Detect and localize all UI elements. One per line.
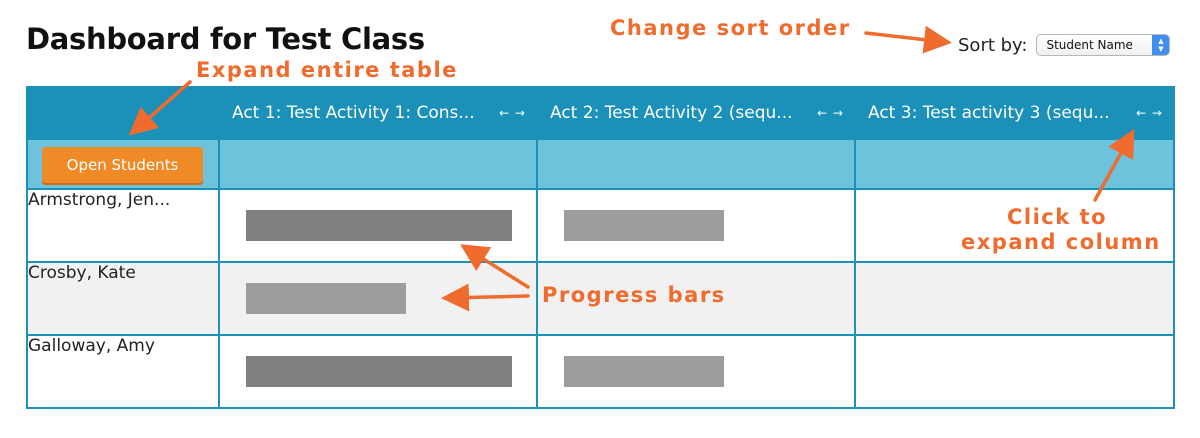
progress-bar[interactable]	[564, 210, 724, 241]
sort-select[interactable]: Student Name ▲ ▼	[1036, 34, 1171, 56]
progress-cell[interactable]	[218, 334, 538, 409]
progress-bar[interactable]	[246, 283, 406, 314]
expand-column-icon[interactable]: ← →	[1136, 106, 1163, 120]
expand-column-icon[interactable]: ← →	[499, 106, 526, 120]
column-header-act-3: Act 3: Test activity 3 (sequ... ← →	[854, 86, 1175, 140]
subheader-cell: Open Students	[26, 138, 220, 190]
progress-cell[interactable]	[218, 261, 538, 336]
sort-label: Sort by:	[958, 34, 1028, 56]
progress-cell[interactable]	[854, 261, 1175, 336]
expand-column-icon[interactable]: ← →	[817, 106, 844, 120]
progress-cell[interactable]	[536, 188, 856, 263]
subheader-cell	[536, 138, 856, 190]
table-row[interactable]: Galloway, Amy	[26, 334, 1175, 409]
student-name[interactable]: Galloway, Amy	[26, 334, 220, 409]
annotation-change-sort: Change sort order	[610, 16, 851, 40]
progress-cell[interactable]	[536, 334, 856, 409]
subheader-cell	[218, 138, 538, 190]
annotation-expand-column-2: expand column	[961, 230, 1161, 254]
progress-bar[interactable]	[246, 210, 512, 241]
column-header-label: Act 1: Test Activity 1: Cons...	[232, 103, 475, 123]
progress-bar[interactable]	[246, 356, 512, 387]
progress-bar[interactable]	[564, 356, 724, 387]
column-header-label: Act 2: Test Activity 2 (sequ...	[550, 103, 793, 123]
page-title: Dashboard for Test Class	[26, 22, 425, 56]
open-students-button[interactable]: Open Students	[42, 146, 203, 183]
arrow-to-sort	[864, 25, 952, 54]
progress-cell[interactable]	[854, 334, 1175, 409]
student-name[interactable]: Crosby, Kate	[26, 261, 220, 336]
sort-select-value: Student Name	[1046, 38, 1133, 52]
column-header-act-1: Act 1: Test Activity 1: Cons... ← →	[218, 86, 538, 140]
header-corner	[26, 86, 220, 140]
column-header-label: Act 3: Test activity 3 (sequ...	[868, 103, 1110, 123]
student-name[interactable]: Armstrong, Jen...	[26, 188, 220, 263]
annotation-expand-column-1: Click to	[1007, 205, 1107, 229]
select-arrows-icon: ▲ ▼	[1152, 35, 1170, 55]
subheader-row: Open Students	[26, 138, 1175, 190]
sort-control: Sort by: Student Name ▲ ▼	[958, 34, 1171, 56]
annotation-expand-table: Expand entire table	[196, 58, 458, 82]
column-header-act-2: Act 2: Test Activity 2 (sequ... ← →	[536, 86, 856, 140]
subheader-cell	[854, 138, 1175, 190]
header-row: Act 1: Test Activity 1: Cons... ← → Act …	[26, 86, 1175, 140]
annotation-progress-bars: Progress bars	[542, 283, 726, 307]
progress-cell[interactable]	[218, 188, 538, 263]
